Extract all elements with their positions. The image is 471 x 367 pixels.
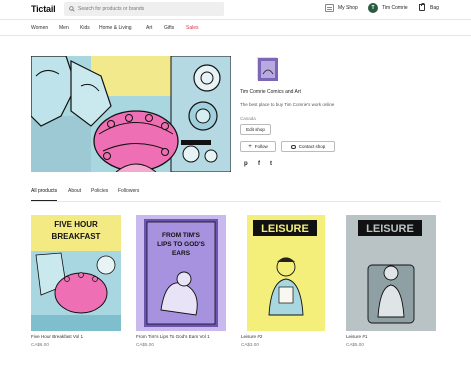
category-sales[interactable]: Sales bbox=[186, 25, 199, 31]
shop-icon bbox=[325, 4, 334, 12]
svg-text:EARS: EARS bbox=[172, 250, 191, 257]
top-bar: Tictail My Shop T Tim Comrie Bag bbox=[0, 0, 471, 19]
search-input[interactable] bbox=[78, 6, 218, 12]
svg-text:LEISURE: LEISURE bbox=[261, 223, 309, 235]
edit-shop-button[interactable]: Edit shop bbox=[240, 124, 271, 135]
category-gifts[interactable]: Gifts bbox=[164, 25, 174, 31]
bag-label: Bag bbox=[430, 4, 439, 11]
tab-followers[interactable]: Followers bbox=[118, 188, 139, 200]
logo[interactable]: Tictail bbox=[31, 4, 56, 14]
shop-location: Canada bbox=[240, 116, 256, 121]
tab-policies[interactable]: Policies bbox=[91, 188, 108, 200]
plus-icon: + bbox=[248, 143, 252, 150]
category-kids[interactable]: Kids bbox=[80, 25, 90, 31]
product-name[interactable]: Five Hour Breakfast Vol 1 bbox=[31, 334, 83, 339]
my-shop-label: My Shop bbox=[338, 5, 358, 11]
product-price: CA$5.00 bbox=[346, 342, 364, 347]
follow-button[interactable]: + Follow bbox=[240, 141, 276, 152]
tab-all-products[interactable]: All products bbox=[31, 188, 58, 201]
avatar: T bbox=[368, 3, 378, 13]
svg-text:FIVE HOUR: FIVE HOUR bbox=[54, 220, 98, 229]
twitter-icon[interactable]: t bbox=[270, 161, 272, 167]
my-shop-link[interactable]: My Shop bbox=[325, 4, 358, 12]
category-nav: Women Men Kids Home & Living Art Gifts S… bbox=[0, 19, 471, 36]
shop-banner bbox=[31, 56, 231, 172]
product-price: CA$3.00 bbox=[241, 342, 259, 347]
search-icon bbox=[69, 6, 75, 12]
shop-tagline: The best place to buy Tim Comrie's work … bbox=[240, 102, 335, 107]
product-card[interactable]: FIVE HOUR BREAKFAST Five Hour Breakfast … bbox=[31, 215, 121, 347]
pinterest-icon[interactable]: p bbox=[244, 161, 248, 167]
tab-about[interactable]: About bbox=[68, 188, 81, 200]
category-women[interactable]: Women bbox=[31, 25, 48, 31]
category-home-living[interactable]: Home & Living bbox=[99, 25, 132, 31]
user-menu[interactable]: T Tim Comrie bbox=[368, 3, 408, 13]
contact-shop-button[interactable]: Contact shop bbox=[281, 141, 335, 152]
contact-label: Contact shop bbox=[298, 144, 326, 149]
search-box[interactable] bbox=[64, 2, 224, 16]
svg-text:BREAKFAST: BREAKFAST bbox=[52, 232, 101, 241]
shop-name: Tim Comrie Comics and Art bbox=[240, 89, 301, 95]
facebook-icon[interactable]: f bbox=[258, 161, 260, 167]
chat-icon bbox=[290, 144, 296, 149]
svg-text:FROM TIM'S: FROM TIM'S bbox=[162, 232, 201, 239]
bag-link[interactable]: Bag bbox=[419, 3, 439, 11]
svg-text:LIPS TO GOD'S: LIPS TO GOD'S bbox=[157, 241, 205, 248]
product-name[interactable]: Leisure #1 bbox=[346, 334, 367, 339]
product-card[interactable]: FROM TIM'S LIPS TO GOD'S EARS From Tim's… bbox=[136, 215, 226, 347]
follow-label: Follow bbox=[254, 144, 268, 149]
bag-icon bbox=[419, 3, 425, 11]
product-price: CA$6.00 bbox=[31, 342, 49, 347]
product-image[interactable]: LEISURE bbox=[241, 215, 331, 331]
category-men[interactable]: Men bbox=[59, 25, 69, 31]
product-card[interactable]: LEISURE Leisure #1 CA$5.00 bbox=[346, 215, 436, 347]
svg-text:LEISURE: LEISURE bbox=[366, 223, 414, 235]
category-art[interactable]: Art bbox=[146, 25, 152, 31]
user-name: Tim Comrie bbox=[382, 5, 408, 11]
product-name[interactable]: From Tim's Lips To God's Ears Vol 1 bbox=[136, 334, 210, 339]
product-price: CA$5.00 bbox=[136, 342, 154, 347]
shop-tabs: All products About Policies Followers bbox=[31, 186, 441, 202]
product-image[interactable]: FROM TIM'S LIPS TO GOD'S EARS bbox=[136, 215, 226, 331]
product-name[interactable]: Leisure #2 bbox=[241, 334, 262, 339]
product-image[interactable]: LEISURE bbox=[346, 215, 436, 331]
product-card[interactable]: LEISURE Leisure #2 CA$3.00 bbox=[241, 215, 331, 347]
product-image[interactable]: FIVE HOUR BREAKFAST bbox=[31, 215, 121, 331]
shop-logo[interactable] bbox=[257, 57, 278, 81]
